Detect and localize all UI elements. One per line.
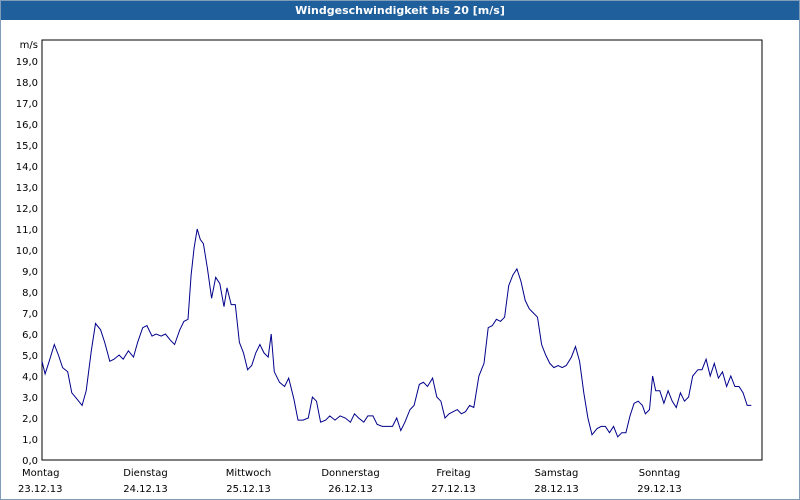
- x-date-label: 27.12.13: [431, 484, 476, 495]
- y-tick-label: 4,0: [22, 372, 38, 383]
- y-tick-label: 5,0: [22, 351, 38, 362]
- y-tick-label: 1,0: [22, 435, 38, 446]
- plot-area: [41, 39, 763, 461]
- x-date-label: 24.12.13: [123, 484, 168, 495]
- y-tick-label: 16,0: [16, 120, 38, 131]
- wind-speed-chart: 0,0 1,0 2,0 3,0 4,0 5,0 6,0 7,0 8,0 9,0 10,0 11,0 12…: [16, 39, 763, 495]
- y-tick-label: 18,0: [16, 78, 38, 89]
- x-date-label: 28.12.13: [534, 484, 579, 495]
- y-tick-label: 11,0: [16, 225, 38, 236]
- x-date-label: 26.12.13: [328, 484, 373, 495]
- y-tick-label: 9,0: [22, 267, 38, 278]
- y-tick-label: 2,0: [22, 414, 38, 425]
- y-tick-label: 0,0: [22, 456, 38, 467]
- y-tick-label: 3,0: [22, 393, 38, 404]
- y-tick-label: 19,0: [16, 57, 38, 68]
- y-tick-label: 15,0: [16, 141, 38, 152]
- x-day-label: Dienstag: [123, 468, 168, 479]
- y-tick-label: 17,0: [16, 99, 38, 110]
- x-day-label: Samstag: [535, 468, 579, 479]
- y-tick-label: 10,0: [16, 246, 38, 257]
- x-day-label: Mittwoch: [226, 468, 271, 479]
- y-tick-label: 8,0: [22, 288, 38, 299]
- x-date-label: 23.12.13: [18, 484, 63, 495]
- x-day-label: Freitag: [436, 468, 470, 479]
- axis-layer: [41, 39, 763, 461]
- x-date-label: 29.12.13: [637, 484, 682, 495]
- x-date-label: 25.12.13: [226, 484, 271, 495]
- y-tick-label: 7,0: [22, 309, 38, 320]
- y-tick-label: 13,0: [16, 183, 38, 194]
- x-day-label: Montag: [22, 468, 59, 479]
- y-axis-unit: m/s: [20, 40, 38, 51]
- y-tick-label: 12,0: [16, 204, 38, 215]
- x-day-label: Sonntag: [639, 468, 681, 479]
- x-day-label: Donnerstag: [321, 468, 379, 479]
- y-tick-label: 6,0: [22, 330, 38, 341]
- y-tick-label: 14,0: [16, 162, 38, 173]
